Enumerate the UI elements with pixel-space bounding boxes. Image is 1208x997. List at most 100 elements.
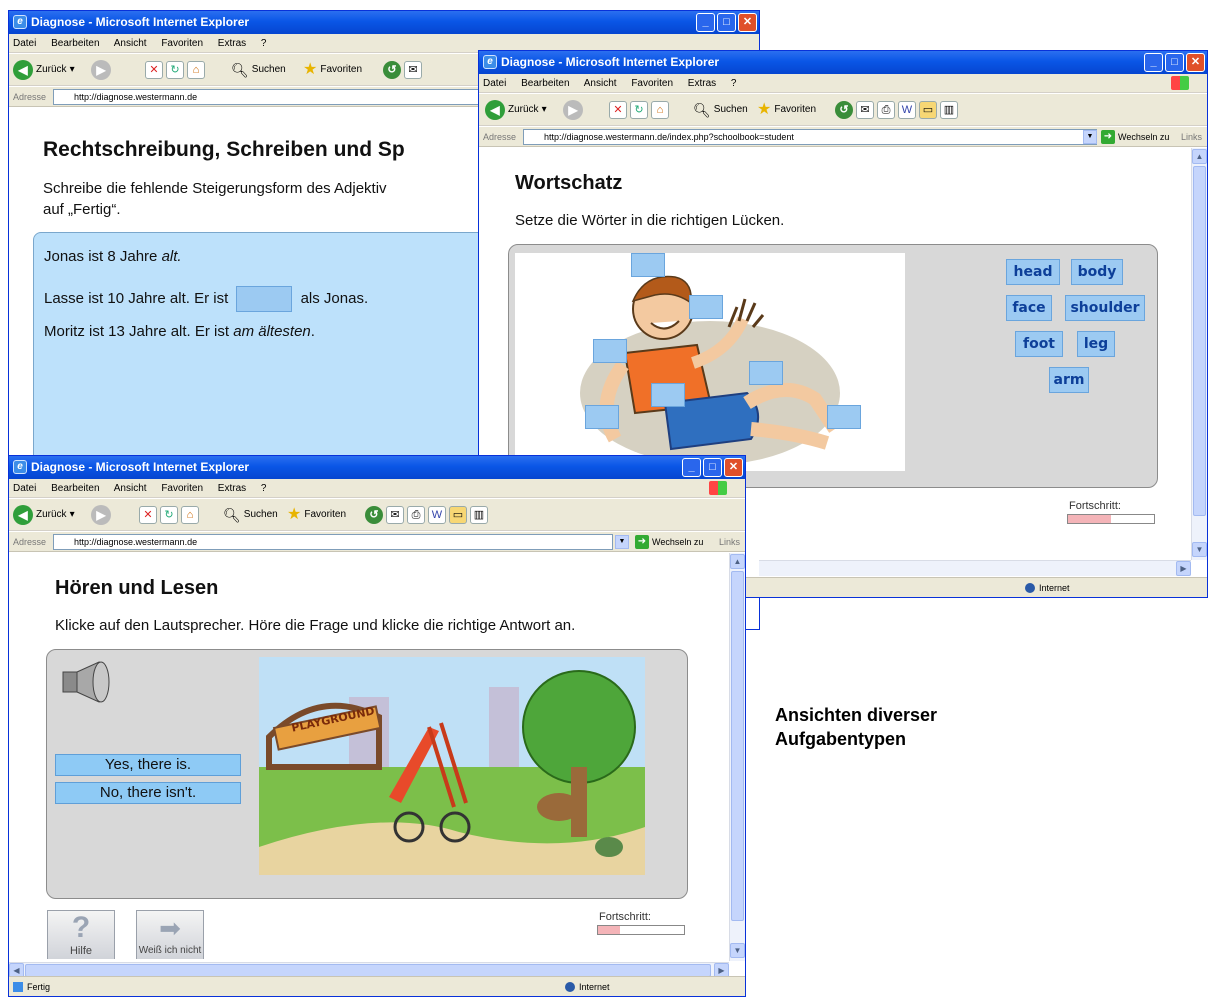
close-button[interactable]: ✕: [724, 458, 743, 477]
back-button[interactable]: ◀ Zurück ▾: [485, 99, 547, 121]
menu-tools[interactable]: Extras: [688, 78, 716, 89]
minimize-button[interactable]: _: [682, 458, 701, 477]
links-label[interactable]: Links: [1181, 127, 1202, 147]
menu-file[interactable]: Datei: [13, 483, 36, 494]
minimize-button[interactable]: _: [1144, 53, 1163, 72]
close-button[interactable]: ✕: [738, 13, 757, 32]
word-icon[interactable]: W: [898, 101, 916, 119]
menu-help[interactable]: ?: [261, 38, 267, 49]
skip-button[interactable]: ➡ Weiß ich nicht: [136, 910, 204, 959]
word-shoulder[interactable]: shoulder: [1065, 295, 1145, 321]
stop-icon[interactable]: ✕: [609, 101, 627, 119]
scroll-thumb[interactable]: [1193, 166, 1206, 516]
menu-file[interactable]: Datei: [13, 38, 36, 49]
menu-favorites[interactable]: Favoriten: [161, 38, 203, 49]
word-face[interactable]: face: [1006, 295, 1052, 321]
scroll-down-button[interactable]: ▼: [1192, 542, 1207, 557]
vertical-scrollbar[interactable]: ▲ ▼: [1191, 148, 1207, 560]
label-slot-7[interactable]: [827, 405, 861, 429]
word-leg[interactable]: leg: [1077, 331, 1115, 357]
answer-input[interactable]: [236, 286, 293, 312]
speaker-icon[interactable]: [59, 660, 115, 704]
history-icon[interactable]: ↺: [365, 506, 383, 524]
go-button[interactable]: ➜ Wechseln zu: [1101, 129, 1169, 145]
forward-button[interactable]: ▶: [91, 504, 111, 526]
label-slot-2[interactable]: [689, 295, 723, 319]
search-button[interactable]: 🔍︎ Suchen: [693, 99, 748, 121]
word-foot[interactable]: foot: [1015, 331, 1063, 357]
stop-icon[interactable]: ✕: [139, 506, 157, 524]
maximize-button[interactable]: □: [703, 458, 722, 477]
vertical-scrollbar[interactable]: ▲ ▼: [729, 553, 745, 961]
scroll-thumb[interactable]: [731, 571, 744, 921]
history-icon[interactable]: ↺: [383, 61, 401, 79]
help-button[interactable]: ? Hilfe: [47, 910, 115, 959]
refresh-icon[interactable]: ↻: [630, 101, 648, 119]
menu-tools[interactable]: Extras: [218, 483, 246, 494]
url-field[interactable]: http://diagnose.westermann.de/index.php?…: [523, 129, 1097, 145]
home-icon[interactable]: ⌂: [187, 61, 205, 79]
maximize-button[interactable]: □: [717, 13, 736, 32]
back-button[interactable]: ◀ Zurück ▾: [13, 504, 75, 526]
links-label[interactable]: Links: [719, 532, 740, 552]
folder-icon[interactable]: ▭: [919, 101, 937, 119]
favorites-button[interactable]: ★ Favoriten: [303, 59, 362, 81]
mail-icon[interactable]: ✉: [404, 61, 422, 79]
word-body[interactable]: body: [1071, 259, 1123, 285]
mail-icon[interactable]: ✉: [386, 506, 404, 524]
scroll-up-button[interactable]: ▲: [1192, 149, 1207, 164]
menu-view[interactable]: Ansicht: [114, 483, 147, 494]
research-icon[interactable]: ▥: [470, 506, 488, 524]
minimize-button[interactable]: _: [696, 13, 715, 32]
menu-help[interactable]: ?: [731, 78, 737, 89]
menu-edit[interactable]: Bearbeiten: [51, 38, 99, 49]
home-icon[interactable]: ⌂: [651, 101, 669, 119]
maximize-button[interactable]: □: [1165, 53, 1184, 72]
scroll-up-button[interactable]: ▲: [730, 554, 745, 569]
menu-view[interactable]: Ansicht: [584, 78, 617, 89]
go-button[interactable]: ➜ Wechseln zu: [635, 534, 703, 550]
scroll-right-button[interactable]: ▶: [1176, 561, 1191, 576]
search-button[interactable]: 🔍︎ Suchen: [231, 59, 286, 81]
url-field[interactable]: http://diagnose.westermann.de: [53, 534, 613, 550]
menu-favorites[interactable]: Favoriten: [631, 78, 673, 89]
menu-favorites[interactable]: Favoriten: [161, 483, 203, 494]
menu-help[interactable]: ?: [261, 483, 267, 494]
print-icon[interactable]: ⎙: [877, 101, 895, 119]
answer-yes-button[interactable]: Yes, there is.: [55, 754, 241, 776]
horizontal-scrollbar[interactable]: ▶: [759, 560, 1191, 576]
history-icon[interactable]: ↺: [835, 101, 853, 119]
label-slot-3[interactable]: [593, 339, 627, 363]
print-icon[interactable]: ⎙: [407, 506, 425, 524]
label-slot-4[interactable]: [749, 361, 783, 385]
label-slot-6[interactable]: [585, 405, 619, 429]
menu-tools[interactable]: Extras: [218, 38, 246, 49]
back-button[interactable]: ◀ Zurück ▾: [13, 59, 75, 81]
address-dropdown-button[interactable]: ▼: [615, 535, 629, 549]
forward-button[interactable]: ▶: [563, 99, 583, 121]
favorites-button[interactable]: ★ Favoriten: [287, 504, 346, 526]
home-icon[interactable]: ⌂: [181, 506, 199, 524]
label-slot-5[interactable]: [651, 383, 685, 407]
word-icon[interactable]: W: [428, 506, 446, 524]
menu-edit[interactable]: Bearbeiten: [521, 78, 569, 89]
menu-file[interactable]: Datei: [483, 78, 506, 89]
word-arm[interactable]: arm: [1049, 367, 1089, 393]
label-slot-1[interactable]: [631, 253, 665, 277]
answer-no-button[interactable]: No, there isn't.: [55, 782, 241, 804]
research-icon[interactable]: ▥: [940, 101, 958, 119]
stop-icon[interactable]: ✕: [145, 61, 163, 79]
search-button[interactable]: 🔍︎ Suchen: [223, 504, 278, 526]
close-button[interactable]: ✕: [1186, 53, 1205, 72]
mail-icon[interactable]: ✉: [856, 101, 874, 119]
favorites-button[interactable]: ★ Favoriten: [757, 99, 816, 121]
menu-edit[interactable]: Bearbeiten: [51, 483, 99, 494]
refresh-icon[interactable]: ↻: [160, 506, 178, 524]
forward-button[interactable]: ▶: [91, 59, 111, 81]
address-dropdown-button[interactable]: ▼: [1083, 130, 1097, 144]
refresh-icon[interactable]: ↻: [166, 61, 184, 79]
scroll-down-button[interactable]: ▼: [730, 943, 745, 958]
word-head[interactable]: head: [1006, 259, 1060, 285]
folder-icon[interactable]: ▭: [449, 506, 467, 524]
menu-view[interactable]: Ansicht: [114, 38, 147, 49]
